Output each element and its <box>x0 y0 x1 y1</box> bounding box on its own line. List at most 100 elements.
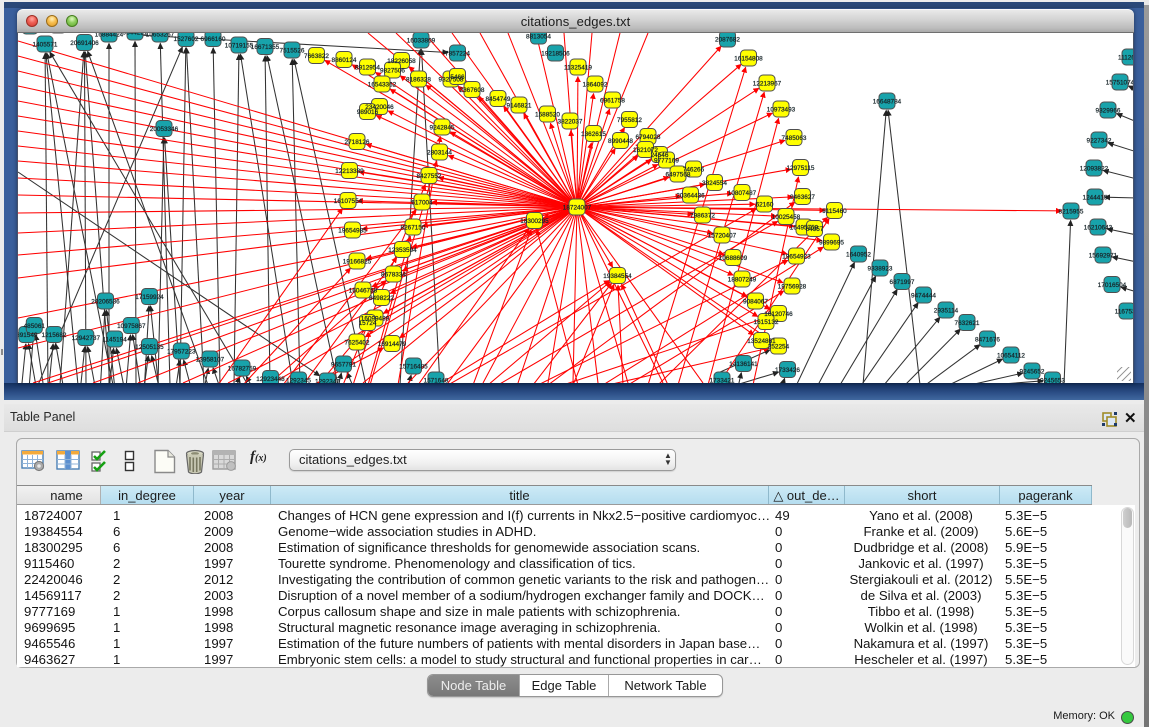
svg-text:18300295: 18300295 <box>520 218 549 225</box>
svg-text:12213967: 12213967 <box>753 80 782 87</box>
svg-text:8990448: 8990448 <box>608 138 633 145</box>
svg-text:17957223: 17957223 <box>167 348 196 355</box>
svg-text:14136141: 14136141 <box>729 361 758 368</box>
svg-text:16648784: 16648784 <box>873 98 902 105</box>
svg-text:7955812: 7955812 <box>617 117 642 124</box>
svg-text:16671355: 16671355 <box>251 44 280 51</box>
svg-text:15716485: 15716485 <box>399 363 428 370</box>
svg-text:12923448: 12923448 <box>256 376 285 383</box>
svg-text:1405571: 1405571 <box>33 41 58 48</box>
svg-text:1244415: 1244415 <box>1083 194 1108 201</box>
svg-text:7625402: 7625402 <box>345 339 370 346</box>
svg-text:1145194: 1145194 <box>102 336 127 343</box>
svg-text:252254: 252254 <box>768 343 790 350</box>
svg-text:2803144: 2803144 <box>427 149 452 156</box>
svg-text:12213389: 12213389 <box>335 168 364 175</box>
svg-text:5466: 5466 <box>450 74 465 81</box>
svg-text:10688609: 10688609 <box>719 255 748 262</box>
svg-text:19654985: 19654985 <box>338 227 367 234</box>
svg-text:7986372: 7986372 <box>690 212 715 219</box>
svg-text:20206536: 20206536 <box>91 298 120 305</box>
svg-text:20364436: 20364436 <box>676 192 705 199</box>
svg-text:7663822: 7663822 <box>304 53 329 60</box>
svg-text:19654923: 19654923 <box>782 253 811 260</box>
svg-text:1362615: 1362615 <box>581 131 606 138</box>
svg-text:9463627: 9463627 <box>790 194 815 201</box>
svg-text:1215682: 1215682 <box>42 332 67 339</box>
svg-text:10025458: 10025458 <box>772 214 801 221</box>
svg-text:17159924: 17159924 <box>135 294 164 301</box>
svg-text:8813054: 8813054 <box>526 33 551 40</box>
svg-text:12505135: 12505135 <box>135 344 164 351</box>
svg-text:16120746: 16120746 <box>764 311 793 318</box>
svg-text:64957: 64957 <box>806 226 824 233</box>
svg-text:9777169: 9777169 <box>654 157 679 164</box>
svg-text:1292346: 1292346 <box>315 378 340 383</box>
svg-text:10975867: 10975867 <box>117 323 146 330</box>
svg-text:1640952: 1640952 <box>846 251 871 258</box>
svg-text:16210643: 16210643 <box>1084 224 1113 231</box>
svg-text:10719155: 10719155 <box>225 42 254 49</box>
svg-text:3824554: 3824554 <box>702 180 727 187</box>
svg-text:15720407: 15720407 <box>708 232 737 239</box>
svg-text:10973493: 10973493 <box>767 106 796 113</box>
svg-text:18807249: 18807249 <box>728 276 757 283</box>
svg-text:989016: 989016 <box>357 109 379 116</box>
svg-text:1292345: 1292345 <box>286 377 311 383</box>
svg-text:12975115: 12975115 <box>787 165 815 172</box>
svg-text:2367608: 2367608 <box>460 87 485 94</box>
svg-text:9899695: 9899695 <box>819 239 844 246</box>
svg-text:8912954: 8912954 <box>355 64 380 71</box>
svg-text:9245652: 9245652 <box>1020 368 1045 375</box>
svg-text:8498222: 8498222 <box>369 295 394 302</box>
svg-text:10653267: 10653267 <box>146 33 175 38</box>
svg-text:9827506: 9827506 <box>380 67 405 74</box>
svg-text:9245653: 9245653 <box>1040 377 1065 383</box>
svg-text:6871997: 6871997 <box>890 279 915 286</box>
svg-text:16107554: 16107554 <box>334 198 363 205</box>
svg-text:7857224: 7857224 <box>445 50 470 57</box>
svg-text:8186328: 8186328 <box>406 76 431 83</box>
svg-text:9115460: 9115460 <box>822 208 847 215</box>
svg-text:1588520: 1588520 <box>535 111 560 118</box>
svg-text:9338923: 9338923 <box>868 265 893 272</box>
svg-text:16154808: 16154808 <box>734 55 763 62</box>
svg-text:1864092: 1864092 <box>583 81 608 88</box>
svg-text:1733421: 1733421 <box>710 377 735 383</box>
svg-text:20053346: 20053346 <box>150 126 179 133</box>
svg-text:16046758: 16046758 <box>349 287 378 294</box>
svg-text:1615132: 1615132 <box>754 319 779 326</box>
svg-text:16914479: 16914479 <box>378 341 407 348</box>
svg-text:9657791: 9657791 <box>331 361 356 368</box>
svg-text:6961758: 6961758 <box>600 97 625 104</box>
svg-text:20691406: 20691406 <box>70 40 99 47</box>
svg-text:485061: 485061 <box>24 323 46 330</box>
svg-text:9329966: 9329966 <box>1096 107 1121 114</box>
svg-text:9227342: 9227342 <box>1087 137 1112 144</box>
svg-text:15724: 15724 <box>359 320 377 327</box>
svg-text:12093822: 12093822 <box>1080 165 1109 172</box>
svg-text:19218506: 19218506 <box>541 50 570 57</box>
svg-text:1527602: 1527602 <box>174 36 199 43</box>
svg-text:9242845: 9242845 <box>430 124 455 131</box>
svg-text:2935114: 2935114 <box>934 307 959 314</box>
svg-text:8860124: 8860124 <box>332 57 357 64</box>
svg-text:8471676: 8471676 <box>975 336 1000 343</box>
svg-text:10654112: 10654112 <box>997 352 1025 359</box>
svg-text:8678334: 8678334 <box>381 271 406 278</box>
svg-text:8215955: 8215955 <box>1059 208 1084 215</box>
svg-text:2718126: 2718126 <box>345 139 370 146</box>
svg-text:617004: 617004 <box>411 199 433 206</box>
svg-text:10807487: 10807487 <box>728 190 757 197</box>
svg-text:9146821: 9146821 <box>507 102 532 109</box>
svg-text:7632621: 7632621 <box>955 320 980 327</box>
svg-text:7515526: 7515526 <box>280 47 305 54</box>
svg-text:18724007: 18724007 <box>563 204 592 211</box>
svg-text:7485063: 7485063 <box>782 135 807 142</box>
svg-text:6497568: 6497568 <box>666 171 691 178</box>
svg-text:8427552: 8427552 <box>417 173 442 180</box>
svg-text:19384554: 19384554 <box>603 273 632 280</box>
svg-text:18226058: 18226058 <box>387 58 416 65</box>
svg-text:19166825: 19166825 <box>343 258 372 265</box>
svg-text:391549: 391549 <box>18 332 38 339</box>
